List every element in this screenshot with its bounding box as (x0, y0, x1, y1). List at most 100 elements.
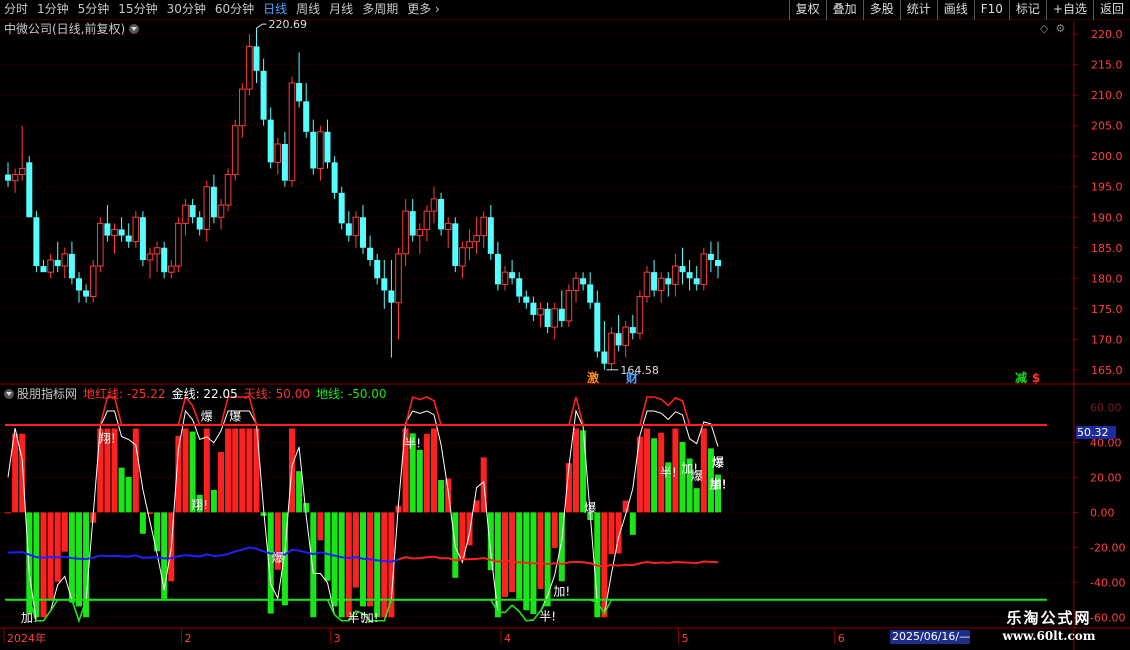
date-axis-label: 6 (838, 632, 845, 645)
histogram-bar (40, 512, 47, 618)
watermark-line1: 乐淘公式网 (1006, 609, 1092, 627)
candle-body (61, 253, 69, 267)
histogram-bar (438, 479, 445, 513)
candle-body (381, 278, 388, 291)
histogram-bar (338, 512, 345, 618)
price-axis-label: 190.0 (1091, 211, 1123, 224)
date-axis-label: 5 (682, 632, 689, 645)
candle-body (267, 119, 274, 163)
event-marker: $ (1032, 371, 1040, 385)
indicator-axis-label: 0.00 (1090, 506, 1115, 519)
candle-body (480, 216, 487, 237)
candle-body (274, 143, 282, 163)
candle-body (686, 272, 693, 279)
candle-body (587, 284, 594, 303)
candle-body (76, 278, 82, 291)
candle-body (281, 144, 288, 181)
histogram-bar (431, 428, 437, 513)
indicator-axis-label: 60.00 (1090, 401, 1122, 414)
candle-body (558, 308, 565, 321)
candle-body (572, 277, 580, 291)
indicator-name: 股朋指标网 (17, 387, 78, 401)
event-marker: 减 (1015, 370, 1027, 385)
histogram-bar (310, 512, 317, 618)
chart-canvas[interactable]: 220.69164.58激财减 $ 加!翔!翔!爆 爆爆半!加!半!加!半!爆半! 加… (0, 0, 1130, 650)
candle-body (629, 327, 636, 334)
candle-body (54, 259, 61, 267)
signal-label: 加! (362, 611, 379, 625)
candle-body (466, 241, 473, 249)
histogram-bar (416, 449, 423, 513)
histogram-bar (679, 441, 686, 513)
candle-body (139, 217, 146, 260)
histogram-bar (516, 512, 523, 599)
chevron-down-icon[interactable] (4, 389, 14, 399)
candle-body (168, 265, 175, 273)
candle-body (374, 259, 381, 279)
indicator-series: 加!翔!翔!爆 爆爆半!加!半!加!半!爆半! 加!爆半!半!加!爆半!加!爆爆 (5, 395, 1047, 625)
candle-body (26, 162, 33, 218)
cursor-date-badge: 2025/06/16/— (890, 630, 970, 644)
candle-body (707, 253, 714, 260)
candle-body (288, 82, 296, 182)
candle-body (18, 167, 26, 176)
candle-body (402, 210, 409, 255)
indicator-axis-label: 20.00 (1090, 471, 1122, 484)
histogram-bar (509, 512, 516, 593)
signal-label: 翔! (99, 431, 116, 445)
histogram-bar (551, 512, 558, 548)
main-annotations: 220.69164.58激财减 $ (256, 18, 1040, 385)
candle-body (260, 70, 267, 120)
price-axis-label: 185.0 (1091, 242, 1123, 255)
candle-body (360, 217, 366, 248)
histogram-bar (253, 428, 260, 513)
signal-label: 爆 (229, 409, 241, 423)
histogram-bar (218, 452, 224, 513)
candle-body (657, 277, 665, 291)
candle-body (452, 223, 459, 267)
candle-body (132, 216, 140, 243)
candle-body (430, 198, 438, 212)
histogram-bar (345, 512, 352, 618)
candle-body (672, 265, 679, 285)
candle-body (210, 186, 217, 218)
candle-body (473, 235, 480, 243)
candle-body (459, 247, 466, 267)
histogram-bar (573, 428, 579, 513)
candle-body (416, 228, 424, 237)
legend-entry: 地红线: -25.22 (83, 387, 166, 401)
histogram-bar (502, 512, 508, 598)
candle-body (317, 131, 324, 169)
histogram-bar (331, 512, 338, 607)
candle-body (523, 296, 530, 303)
histogram-bar (523, 512, 530, 611)
histogram-bar (139, 512, 146, 534)
candle-body (516, 278, 523, 297)
signal-label: 爆 (201, 409, 213, 423)
candle-body (11, 174, 19, 182)
histogram-bar (232, 428, 239, 513)
current-value-badge: 50.32 (1076, 426, 1116, 439)
candle-body (303, 101, 310, 132)
candle-body (239, 88, 246, 127)
candle-body (438, 198, 445, 230)
candle-body (97, 222, 104, 267)
candle-body (161, 247, 168, 273)
candle-body (665, 278, 672, 285)
indicator-axis-label: -40.00 (1090, 576, 1125, 589)
histogram-bar (118, 467, 125, 513)
histogram-bar (182, 428, 189, 513)
signal-label: 加! (710, 478, 727, 492)
candle-body (217, 204, 225, 218)
candle-body (40, 266, 47, 273)
price-axis-label: 180.0 (1091, 272, 1123, 285)
candle-body (700, 253, 708, 285)
candle-body (33, 217, 40, 267)
histogram-bar (5, 512, 11, 514)
price-axis-label: 175.0 (1091, 303, 1123, 316)
legend-entry: 金线: 22.05 (171, 387, 238, 401)
signal-label: 爆 (712, 456, 724, 470)
indicator-legend: 地红线: -25.22 金线: 22.05 天线: 50.00 地线: -50.00 (77, 387, 387, 401)
candle-body (636, 296, 644, 334)
candle-body (643, 271, 651, 298)
